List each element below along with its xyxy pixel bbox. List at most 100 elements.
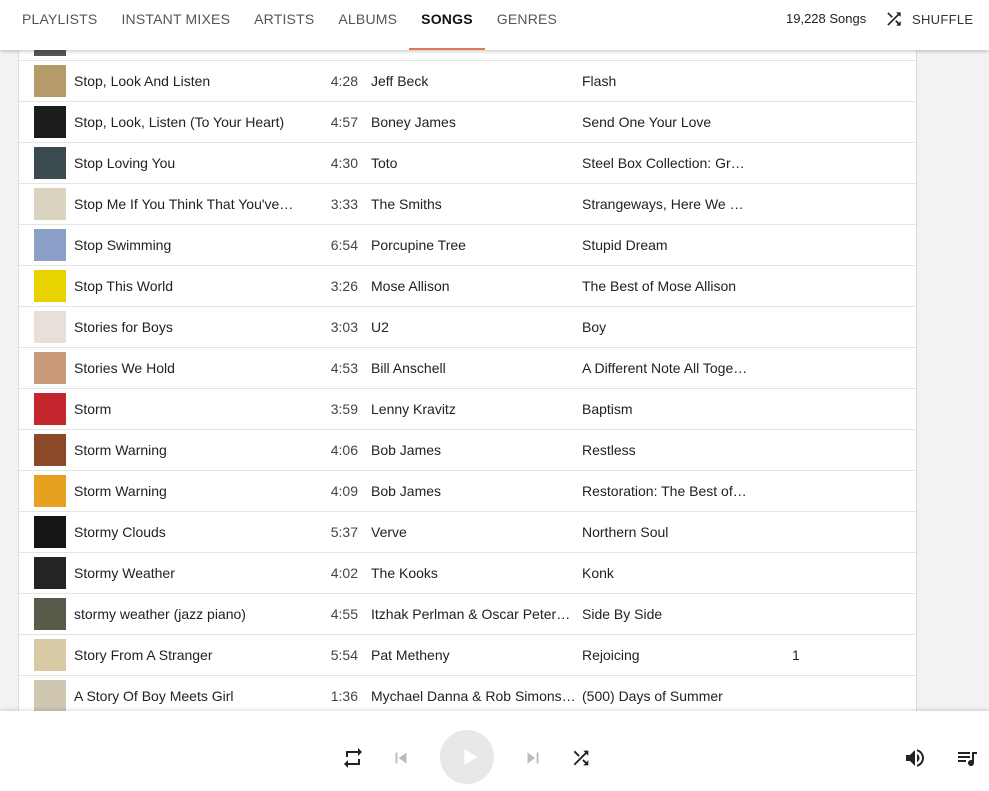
song-album[interactable]: Northern Soul bbox=[582, 512, 748, 552]
skip-next-icon bbox=[522, 747, 544, 769]
song-title: Stories We Hold bbox=[74, 360, 175, 376]
song-row[interactable]: A Story Of Boy Meets Girl 1:36 Mychael Dan… bbox=[19, 676, 916, 711]
song-row[interactable]: Stop Me If You Think That You've Heard T… bbox=[19, 184, 916, 225]
song-artist[interactable]: U2 bbox=[371, 307, 577, 347]
song-artist[interactable]: Itzhak Perlman & Oscar Peterson bbox=[371, 594, 577, 634]
song-artist[interactable]: The Smiths bbox=[371, 184, 577, 224]
song-artist[interactable]: Toto bbox=[371, 143, 577, 183]
song-duration: 4:06 bbox=[330, 442, 358, 458]
song-album[interactable]: Flash bbox=[582, 61, 748, 101]
song-album[interactable]: The Best of Mose Allison bbox=[582, 266, 748, 306]
song-duration: 4:30 bbox=[330, 155, 358, 171]
song-artist[interactable]: The Kooks bbox=[371, 553, 577, 593]
repeat-button[interactable] bbox=[340, 745, 366, 771]
song-title: Stop, Look And Listen bbox=[74, 73, 211, 89]
song-artist[interactable]: Pat Metheny bbox=[371, 635, 577, 675]
song-album[interactable]: Side By Side bbox=[582, 594, 748, 634]
song-row[interactable]: Stormy Clouds 5:37 Verve Northern Soul bbox=[19, 512, 916, 553]
song-duration: 5:37 bbox=[330, 524, 358, 540]
song-artist[interactable]: Bill Anschell bbox=[371, 348, 577, 388]
play-pause-button[interactable] bbox=[440, 730, 494, 784]
song-list: Stop, Look And Listen 4:28 Jeff Beck Flash S… bbox=[18, 0, 917, 711]
player-bar bbox=[0, 711, 989, 791]
song-row[interactable]: Story From A Stranger 5:54 Pat Metheny Rejo… bbox=[19, 635, 916, 676]
song-album[interactable]: Steel Box Collection: Greatest Hits bbox=[582, 143, 748, 183]
song-artist[interactable]: Boney James bbox=[371, 102, 577, 142]
song-album[interactable]: Restoration: The Best of Bob James bbox=[582, 471, 748, 511]
song-artist[interactable]: Bob James bbox=[371, 430, 577, 470]
song-album[interactable]: Baptism bbox=[582, 389, 748, 429]
song-row[interactable]: Stop, Look And Listen 4:28 Jeff Beck Flash bbox=[19, 61, 916, 102]
volume-icon bbox=[903, 746, 927, 770]
album-art-thumbnail bbox=[34, 639, 66, 671]
song-row[interactable]: stormy weather (jazz piano) 4:55 Itzhak Pe… bbox=[19, 594, 916, 635]
album-art-thumbnail bbox=[34, 680, 66, 711]
song-album[interactable]: (500) Days of Summer bbox=[582, 676, 748, 711]
song-album[interactable]: Stupid Dream bbox=[582, 225, 748, 265]
queue-button[interactable] bbox=[954, 745, 980, 771]
song-album[interactable]: Restless bbox=[582, 430, 748, 470]
tab-albums[interactable]: ALBUMS bbox=[326, 0, 409, 50]
song-row[interactable]: Storm Warning 4:09 Bob James Restoration: T… bbox=[19, 471, 916, 512]
song-album[interactable]: Boy bbox=[582, 307, 748, 347]
shuffle-all-button[interactable]: SHUFFLE bbox=[884, 8, 973, 30]
shuffle-icon bbox=[884, 9, 904, 29]
song-title: Stop Swimming bbox=[74, 237, 172, 253]
tab-artists[interactable]: ARTISTS bbox=[242, 0, 326, 50]
album-art-thumbnail bbox=[34, 352, 66, 384]
song-album[interactable]: Send One Your Love bbox=[582, 102, 748, 142]
tab-playlists[interactable]: PLAYLISTS bbox=[10, 0, 109, 50]
song-title: Storm Warning bbox=[74, 483, 167, 499]
song-artist[interactable]: Lenny Kravitz bbox=[371, 389, 577, 429]
song-duration: 5:54 bbox=[330, 647, 358, 663]
tab-genres[interactable]: GENRES bbox=[485, 0, 569, 50]
tab-songs[interactable]: SONGS bbox=[409, 0, 485, 50]
song-duration: 4:02 bbox=[330, 565, 358, 581]
song-play-count: 1 bbox=[792, 647, 800, 663]
shuffle-play-button[interactable] bbox=[568, 745, 594, 771]
song-duration: 3:03 bbox=[330, 319, 358, 335]
song-album[interactable]: Konk bbox=[582, 553, 748, 593]
album-art-thumbnail bbox=[34, 106, 66, 138]
song-artist[interactable]: Bob James bbox=[371, 471, 577, 511]
song-artist[interactable]: Porcupine Tree bbox=[371, 225, 577, 265]
album-art-thumbnail bbox=[34, 188, 66, 220]
song-album[interactable]: Rejoicing bbox=[582, 635, 748, 675]
category-tabs: PLAYLISTS INSTANT MIXES ARTISTS ALBUMS S… bbox=[10, 0, 569, 50]
album-art-thumbnail bbox=[34, 557, 66, 589]
song-duration: 4:53 bbox=[330, 360, 358, 376]
song-duration: 3:33 bbox=[330, 196, 358, 212]
song-row[interactable]: Stories We Hold 4:53 Bill Anschell A Differ… bbox=[19, 348, 916, 389]
shuffle-label: SHUFFLE bbox=[912, 11, 974, 27]
album-art-thumbnail bbox=[34, 516, 66, 548]
song-row[interactable]: Stop This World 3:26 Mose Allison The Best … bbox=[19, 266, 916, 307]
song-row[interactable]: Stop Loving You 4:30 Toto Steel Box Collect… bbox=[19, 143, 916, 184]
song-row[interactable]: Stop, Look, Listen (To Your Heart) 4:57 Bo… bbox=[19, 102, 916, 143]
song-artist[interactable]: Mose Allison bbox=[371, 266, 577, 306]
album-art-thumbnail bbox=[34, 147, 66, 179]
song-artist[interactable]: Jeff Beck bbox=[371, 61, 577, 101]
song-album[interactable]: Strangeways, Here We Come bbox=[582, 184, 748, 224]
song-row[interactable]: Stories for Boys 3:03 U2 Boy bbox=[19, 307, 916, 348]
shuffle-icon bbox=[570, 747, 592, 769]
song-duration: 3:26 bbox=[330, 278, 358, 294]
song-artist[interactable]: Verve bbox=[371, 512, 577, 552]
song-row[interactable]: Stormy Weather 4:02 The Kooks Konk bbox=[19, 553, 916, 594]
album-art-thumbnail bbox=[34, 311, 66, 343]
song-row[interactable]: Stop Swimming 6:54 Porcupine Tree Stupid Dr… bbox=[19, 225, 916, 266]
song-title: stormy weather (jazz piano) bbox=[74, 606, 246, 622]
next-track-button[interactable] bbox=[521, 745, 545, 771]
song-row[interactable]: Storm 3:59 Lenny Kravitz Baptism bbox=[19, 389, 916, 430]
song-title: Stop, Look, Listen (To Your Heart) bbox=[74, 114, 285, 130]
song-album[interactable]: A Different Note All Together bbox=[582, 348, 748, 388]
song-row[interactable]: Storm Warning 4:06 Bob James Restless bbox=[19, 430, 916, 471]
song-title: Storm bbox=[74, 401, 112, 417]
song-title: Storm Warning bbox=[74, 442, 167, 458]
previous-track-button[interactable] bbox=[389, 745, 413, 771]
top-nav-bar: PLAYLISTS INSTANT MIXES ARTISTS ALBUMS S… bbox=[0, 0, 989, 50]
volume-button[interactable] bbox=[902, 745, 928, 771]
song-artist[interactable]: Mychael Danna & Rob Simonsen bbox=[371, 676, 577, 711]
tab-instant-mixes[interactable]: INSTANT MIXES bbox=[109, 0, 242, 50]
album-art-thumbnail bbox=[34, 434, 66, 466]
song-title: Stop Me If You Think That You've Heard T… bbox=[74, 196, 296, 212]
